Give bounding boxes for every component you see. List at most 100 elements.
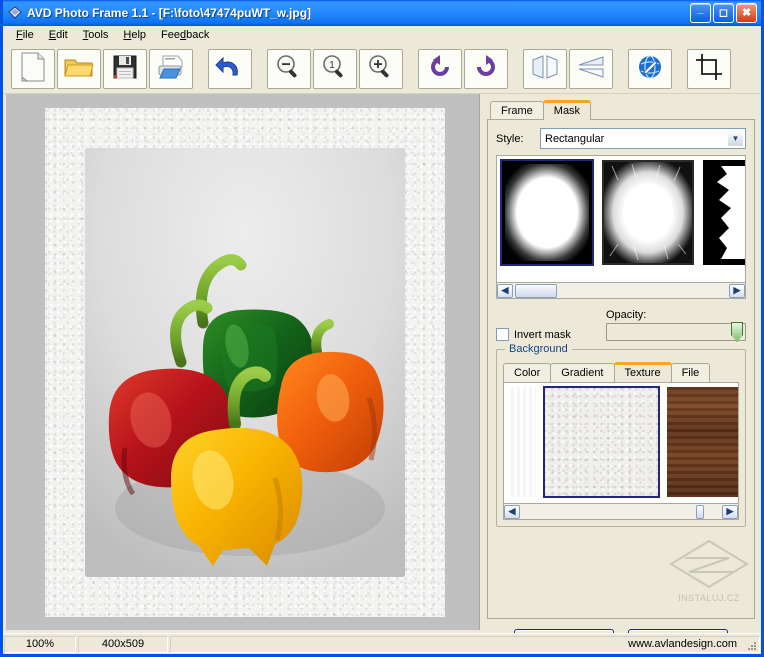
zoom-out-button[interactable] xyxy=(267,49,311,89)
rotate-left-button[interactable] xyxy=(418,49,462,89)
opacity-slider[interactable] xyxy=(606,323,746,341)
save-button[interactable] xyxy=(103,49,147,89)
flip-horizontal-button[interactable] xyxy=(523,49,567,89)
style-value: Rectangular xyxy=(545,133,604,145)
rotate-right-button[interactable] xyxy=(464,49,508,89)
zoom-actual-icon: 1 xyxy=(321,53,349,84)
globe-icon xyxy=(636,53,664,84)
status-zoom: 100% xyxy=(4,636,76,653)
zoom-in-button[interactable] xyxy=(359,49,403,89)
style-combobox[interactable]: Rectangular ▼ xyxy=(540,128,746,149)
menu-item-file[interactable]: File xyxy=(9,28,42,42)
texture-swatch-dark-wood[interactable] xyxy=(667,387,739,497)
tab-mask[interactable]: Mask xyxy=(543,100,591,120)
svg-text:1: 1 xyxy=(329,60,335,71)
mask-scrollbar[interactable]: ◀ ▶ xyxy=(496,283,746,299)
window-controls: _ ◻ ✖ xyxy=(690,3,759,23)
scrollbar-thumb[interactable] xyxy=(515,284,557,298)
tab-color[interactable]: Color xyxy=(503,363,551,382)
texture-swatch-white-plaster[interactable] xyxy=(544,387,659,497)
photo-image xyxy=(85,148,405,577)
menu-item-help[interactable]: Help xyxy=(116,28,154,42)
crop-icon xyxy=(695,53,723,84)
tab-gradient-label: Gradient xyxy=(561,367,603,379)
rotate-left-icon xyxy=(426,54,454,83)
print-button[interactable] xyxy=(149,49,193,89)
zoom-out-icon xyxy=(275,53,303,84)
settings-panel: Frame Mask Style: Rectangular ▼ xyxy=(481,94,761,630)
minimize-icon: _ xyxy=(691,4,710,22)
tab-file[interactable]: File xyxy=(671,363,711,382)
opacity-slider-thumb[interactable] xyxy=(731,322,743,342)
zoom-actual-button[interactable]: 1 xyxy=(313,49,357,89)
close-icon: ✖ xyxy=(737,4,756,22)
tab-color-label: Color xyxy=(514,367,540,379)
chevron-down-icon[interactable]: ▼ xyxy=(727,130,744,147)
background-group-title: Background xyxy=(505,343,572,355)
resize-grip[interactable] xyxy=(746,640,758,652)
scroll-right-button[interactable]: ▶ xyxy=(729,284,745,298)
print-icon xyxy=(156,54,186,83)
tab-frame-label: Frame xyxy=(501,105,533,117)
toolbar: 1 xyxy=(3,44,761,94)
app-window: AVD Photo Frame 1.1 - [F:\foto\47474puWT… xyxy=(0,0,764,657)
texture-swatch-amber[interactable] xyxy=(508,387,536,497)
flip-horizontal-icon xyxy=(530,53,560,84)
style-row: Style: Rectangular ▼ xyxy=(496,128,746,149)
minimize-button[interactable]: _ xyxy=(690,3,711,23)
flip-vertical-button[interactable] xyxy=(569,49,613,89)
app-diamond-icon xyxy=(7,5,23,21)
save-floppy-icon xyxy=(112,54,138,83)
window-title: AVD Photo Frame 1.1 - [F:\foto\47474puWT… xyxy=(27,6,311,20)
texture-scroll-left-button[interactable]: ◀ xyxy=(504,505,520,519)
close-button[interactable]: ✖ xyxy=(736,3,757,23)
open-button[interactable] xyxy=(57,49,101,89)
texture-scroll-right-button[interactable]: ▶ xyxy=(722,505,738,519)
texture-scrollbar-thumb[interactable] xyxy=(696,505,704,519)
mask-thumb-rectangular[interactable] xyxy=(501,160,593,265)
new-button[interactable] xyxy=(11,49,55,89)
rotate-right-icon xyxy=(472,54,500,83)
image-canvas[interactable] xyxy=(6,94,480,630)
open-folder-icon xyxy=(64,55,94,82)
web-button[interactable] xyxy=(628,49,672,89)
maximize-button[interactable]: ◻ xyxy=(713,3,734,23)
invert-mask-label: Invert mask xyxy=(514,329,571,341)
opacity-control: Opacity: xyxy=(606,309,746,341)
texture-scrollbar[interactable]: ◀ ▶ xyxy=(503,504,739,520)
opacity-label: Opacity: xyxy=(606,309,746,321)
invert-mask-checkbox[interactable] xyxy=(496,328,509,341)
flip-vertical-icon xyxy=(576,53,606,84)
status-dimensions: 400x509 xyxy=(78,636,168,653)
tab-file-label: File xyxy=(682,367,700,379)
mask-thumb-soft-brush[interactable] xyxy=(602,160,694,265)
undo-button[interactable] xyxy=(208,49,252,89)
invert-mask-row[interactable]: Invert mask xyxy=(496,328,606,341)
title-bar: AVD Photo Frame 1.1 - [F:\foto\47474puWT… xyxy=(3,0,761,26)
mask-thumbnail-list[interactable] xyxy=(496,155,746,283)
tab-frame[interactable]: Frame xyxy=(490,101,544,120)
mask-tab-panel: Style: Rectangular ▼ xyxy=(487,119,755,619)
menu-item-feedback[interactable]: Feedback xyxy=(154,28,217,42)
crop-button[interactable] xyxy=(687,49,731,89)
menu-bar: File Edit Tools Help Feedback xyxy=(3,26,761,44)
status-bar: 100% 400x509 www.avlandesign.com xyxy=(3,633,761,654)
mask-thumb-jagged[interactable] xyxy=(703,160,746,265)
menu-item-tools[interactable]: Tools xyxy=(76,28,117,42)
tab-gradient[interactable]: Gradient xyxy=(550,363,614,382)
maximize-icon: ◻ xyxy=(714,4,733,22)
background-group: Background Color Gradient Texture File xyxy=(496,349,746,527)
menu-item-edit[interactable]: Edit xyxy=(42,28,76,42)
panel-tabs: Frame Mask xyxy=(487,100,755,120)
tab-texture[interactable]: Texture xyxy=(614,362,672,382)
scroll-left-button[interactable]: ◀ xyxy=(497,284,513,298)
tab-mask-label: Mask xyxy=(554,105,580,117)
main-area: Frame Mask Style: Rectangular ▼ xyxy=(3,94,761,630)
undo-icon xyxy=(215,54,245,83)
new-icon xyxy=(20,52,46,85)
status-website: www.avlandesign.com xyxy=(170,636,760,653)
mask-options-row: Invert mask Opacity: xyxy=(496,309,746,341)
background-tabs: Color Gradient Texture File xyxy=(503,362,739,382)
texture-swatch-list[interactable] xyxy=(503,382,739,504)
photo-preview xyxy=(45,108,445,617)
